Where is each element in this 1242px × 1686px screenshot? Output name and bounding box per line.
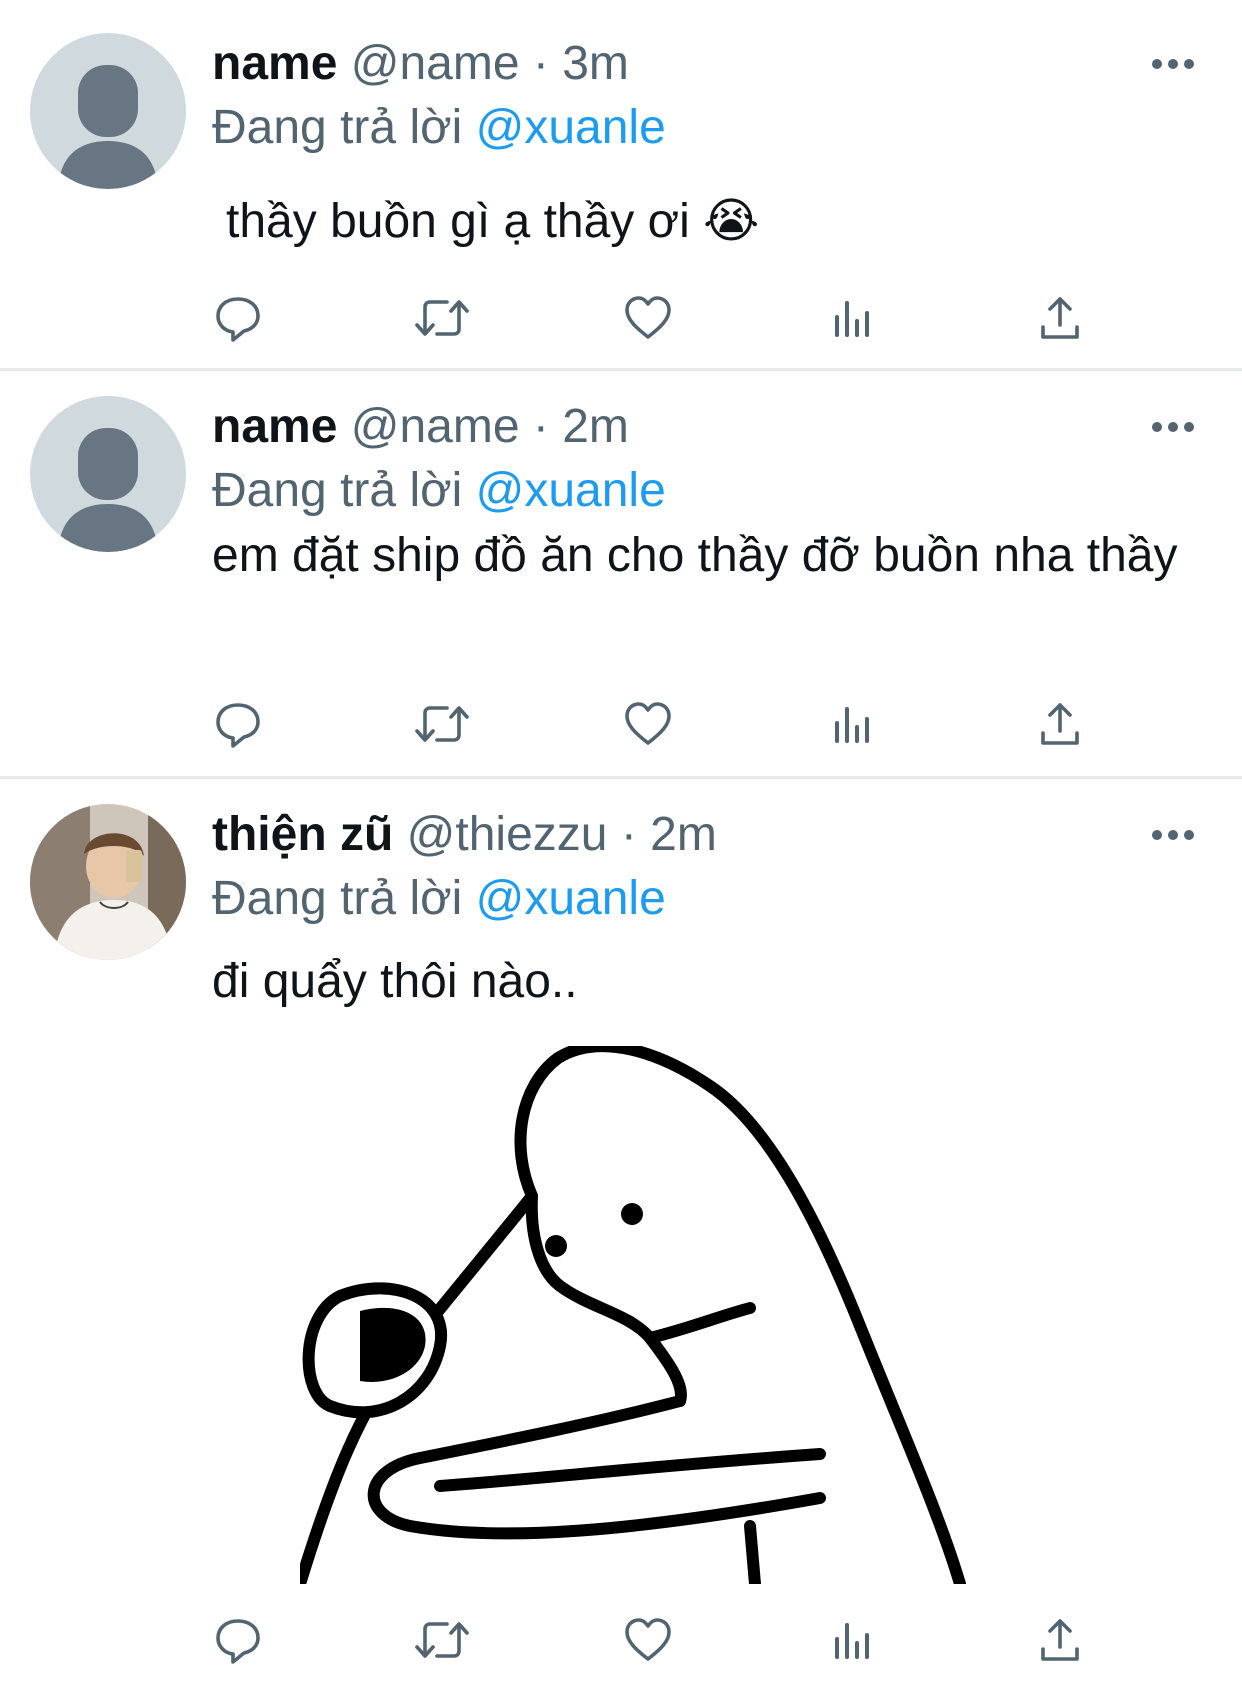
reply-button[interactable]: [210, 1612, 266, 1668]
tweet-1[interactable]: name @name · 3m Đang trả lời @xuanle thầ…: [0, 0, 1242, 370]
like-icon: [625, 1618, 671, 1661]
retweet-button[interactable]: [414, 696, 470, 752]
retweet-icon: [415, 300, 469, 336]
tweet-2[interactable]: name @name · 2m Đang trả lời @xuanle em …: [0, 371, 1242, 778]
reply-to-handle[interactable]: @xuanle: [476, 101, 666, 154]
share-icon: [1041, 297, 1079, 339]
tweet-text: đi quẩy thôi nào..: [212, 955, 578, 1008]
more-icon[interactable]: [1148, 415, 1198, 439]
reply-button[interactable]: [210, 290, 266, 346]
reply-feed: name @name · 3m Đang trả lời @xuanle thầ…: [0, 0, 1242, 1686]
reply-to-handle[interactable]: @xuanle: [476, 872, 666, 925]
timestamp[interactable]: 2m: [562, 400, 629, 453]
default-avatar-icon: [58, 428, 158, 552]
reply-prefix: Đang trả lời: [212, 872, 463, 925]
reply-prefix: Đang trả lời: [212, 101, 463, 154]
retweet-icon: [415, 706, 469, 742]
reply-context: Đang trả lời @xuanle: [212, 98, 666, 158]
share-button[interactable]: [1032, 696, 1088, 752]
user-handle[interactable]: @thiezzu: [407, 808, 608, 861]
like-icon: [625, 702, 671, 745]
display-name[interactable]: thiện zũ: [212, 808, 393, 861]
avatar[interactable]: [30, 33, 186, 189]
avatar[interactable]: [30, 804, 186, 960]
retweet-button[interactable]: [414, 1612, 470, 1668]
tweet-text: thầy buồn gì ạ thầy ơi 😭: [226, 195, 760, 248]
user-handle[interactable]: @name: [351, 37, 520, 90]
separator: ·: [532, 37, 549, 90]
share-button[interactable]: [1032, 290, 1088, 346]
action-bar: [210, 696, 1110, 756]
tweet-text: em đặt ship đồ ăn cho thầy đỡ buồn nha t…: [212, 529, 1178, 582]
stats-icon: [835, 1623, 869, 1659]
like-icon: [625, 296, 671, 339]
like-button[interactable]: [620, 290, 676, 346]
share-icon: [1041, 1619, 1079, 1661]
stats-button[interactable]: [826, 696, 882, 752]
more-icon[interactable]: [1148, 52, 1198, 76]
avatar[interactable]: [30, 396, 186, 552]
retweet-icon: [415, 1622, 469, 1658]
tweet-header: name @name · 2m: [212, 397, 629, 457]
more-icon[interactable]: [1148, 823, 1198, 847]
comment-icon: [216, 1619, 260, 1664]
profile-photo: [30, 804, 186, 960]
like-button[interactable]: [620, 696, 676, 752]
separator: ·: [620, 808, 637, 861]
comment-icon: [216, 703, 260, 748]
comment-icon: [216, 297, 260, 342]
timestamp[interactable]: 3m: [562, 37, 629, 90]
stats-icon: [835, 301, 869, 337]
attached-image[interactable]: [300, 1046, 1060, 1584]
tweet-header: thiện zũ @thiezzu · 2m: [212, 805, 717, 865]
reply-context: Đang trả lời @xuanle: [212, 461, 666, 521]
tweet-3[interactable]: thiện zũ @thiezzu · 2m Đang trả lời @xua…: [0, 780, 1242, 1686]
reply-context: Đang trả lời @xuanle: [212, 869, 666, 929]
like-button[interactable]: [620, 1612, 676, 1668]
timestamp[interactable]: 2m: [650, 808, 717, 861]
tweet-header: name @name · 3m: [212, 34, 629, 94]
default-avatar-icon: [58, 65, 158, 189]
reply-to-handle[interactable]: @xuanle: [476, 464, 666, 517]
divider: [0, 776, 1242, 779]
user-handle[interactable]: @name: [351, 400, 520, 453]
display-name[interactable]: name: [212, 37, 337, 90]
stats-button[interactable]: [826, 290, 882, 346]
sad-blob-meme: [300, 1046, 966, 1584]
action-bar: [210, 290, 1110, 350]
share-button[interactable]: [1032, 1612, 1088, 1668]
display-name[interactable]: name: [212, 400, 337, 453]
stats-button[interactable]: [826, 1612, 882, 1668]
separator: ·: [532, 400, 549, 453]
reply-button[interactable]: [210, 696, 266, 752]
retweet-button[interactable]: [414, 290, 470, 346]
share-icon: [1041, 703, 1079, 745]
reply-prefix: Đang trả lời: [212, 464, 463, 517]
action-bar: [210, 1612, 1110, 1672]
stats-icon: [835, 707, 869, 743]
